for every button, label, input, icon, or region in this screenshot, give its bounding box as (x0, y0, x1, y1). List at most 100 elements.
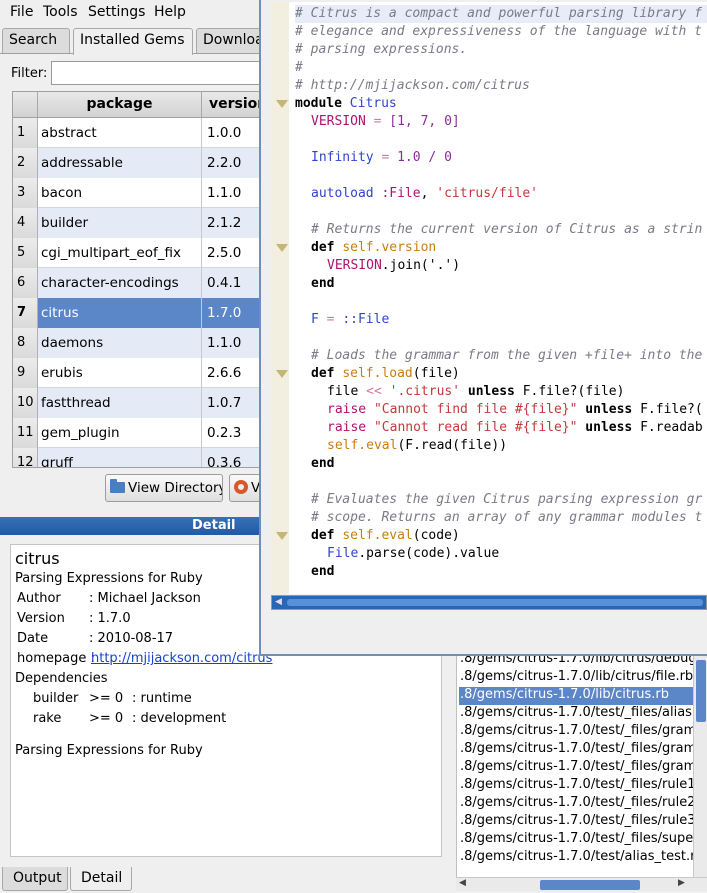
file-list-item[interactable]: .8/gems/citrus-1.7.0/test/_files/rule3. (459, 813, 696, 831)
table-row[interactable]: 2 addressable 2.2.0 (13, 148, 259, 178)
package-cell: gem_plugin (38, 418, 202, 448)
row-number: 4 (13, 208, 38, 238)
method: autoload (311, 186, 374, 201)
menu-file[interactable]: File (10, 4, 33, 20)
package-cell: citrus (38, 298, 202, 328)
version-cell: 0.3.6 (202, 448, 259, 467)
file-list-item[interactable]: .8/gems/citrus-1.7.0/test/_files/gram (459, 759, 696, 777)
keyword: unless (460, 384, 523, 399)
table-row[interactable]: 8 daemons 1.1.0 (13, 328, 259, 358)
fold-marker-icon[interactable] (276, 100, 288, 108)
version-cell: 2.5.0 (207, 245, 242, 261)
view-directory-button[interactable]: View Directory (105, 474, 223, 502)
file-list-item[interactable]: .8/gems/citrus-1.7.0/test/_files/rule1. (459, 777, 696, 795)
table-row[interactable]: 4 builder 2.1.2 (13, 208, 259, 238)
package-column-header[interactable]: package (38, 92, 202, 118)
code-line: autoload :File, 'citrus/file' (311, 185, 538, 203)
call: F.readab (640, 420, 703, 435)
code-comment: # parsing expressions. (295, 42, 468, 57)
keyword: def (311, 528, 335, 543)
gem-summary: Parsing Expressions for Ruby (15, 571, 203, 586)
file-list-item[interactable]: .8/gems/citrus-1.7.0/test/_files/super (459, 831, 696, 849)
file-list-item[interactable]: .8/gems/citrus-1.7.0/lib/citrus/file.rb (459, 669, 696, 687)
code-line: raise "Cannot find file #{file}" unless … (327, 401, 703, 419)
fold-marker-icon[interactable] (276, 532, 288, 540)
code-line: def self.version (311, 239, 436, 257)
version-column-header[interactable]: version (202, 92, 259, 118)
scroll-left-arrow-icon[interactable]: ◀ (459, 878, 466, 888)
table-row[interactable]: 9 erubis 2.6.6 (13, 358, 259, 388)
table-row[interactable]: 5 cgi_multipart_eof_fix 2.5.0 (13, 238, 259, 268)
tab-search[interactable]: Search (2, 28, 70, 53)
file-list-horizontal-scrollbar[interactable]: ◀ ▶ (456, 877, 707, 891)
code-line: File.parse(code).value (327, 545, 499, 563)
file-list-item[interactable]: .8/gems/citrus-1.7.0/test/_files/rule2. (459, 795, 696, 813)
tab-installed-gems[interactable]: Installed Gems (73, 28, 193, 55)
fold-marker-icon[interactable] (276, 370, 288, 378)
author-value: : Michael Jackson (89, 591, 201, 606)
table-row[interactable]: 1 abstract 1.0.0 (13, 118, 259, 148)
scroll-left-arrow-icon[interactable]: ◀ (275, 597, 282, 607)
row-number: 10 (13, 388, 38, 418)
file-list-item[interactable]: .8/gems/citrus-1.7.0/test/_files/gram (459, 741, 696, 759)
homepage-link[interactable]: http://mjijackson.com/citrus (91, 651, 272, 666)
punct: , (420, 186, 437, 201)
tab-detail[interactable]: Detail (70, 867, 132, 891)
tab-download[interactable]: Downloa (196, 28, 264, 53)
row-number: 2 (13, 148, 38, 178)
constant: F (311, 312, 319, 327)
constant: File (327, 546, 359, 561)
filter-label: Filter: (11, 66, 48, 81)
row-number: 1 (13, 118, 38, 148)
file-list-item[interactable]: .8/gems/citrus-1.7.0/test/_files/alias.c (459, 705, 696, 723)
scrollbar-thumb[interactable] (287, 599, 703, 606)
homepage-label: homepage : (17, 651, 95, 666)
variable: file (327, 384, 367, 399)
file-list-item[interactable]: .8/gems/citrus-1.7.0/lib/citrus/debug. (459, 655, 696, 669)
tab-bar: Search Installed Gems Downloa (0, 26, 264, 55)
fold-gutter (271, 2, 289, 594)
file-list-item[interactable]: .8/gems/citrus-1.7.0/test/alias_test.r (459, 849, 696, 867)
string: "Cannot find file #{file}" (366, 402, 578, 417)
table-row[interactable]: 7 citrus 1.7.0 (13, 298, 259, 328)
row-number: 6 (13, 268, 38, 298)
menu-help[interactable]: Help (154, 4, 186, 20)
scrollbar-thumb[interactable] (696, 660, 706, 722)
filter-input[interactable] (51, 61, 266, 85)
version-label: Version (17, 611, 65, 626)
code-comment: # (295, 60, 303, 75)
method-name: self.eval (342, 528, 413, 543)
file-list-item[interactable]: .8/gems/citrus-1.7.0/lib/citrus.rb (459, 687, 696, 705)
table-row[interactable]: 12 gruff 0.3.6 (13, 448, 259, 467)
help-button[interactable]: V (229, 474, 262, 502)
code-comment: # scope. Returns an array of any grammar… (311, 510, 703, 525)
constant: Infinity (311, 150, 374, 165)
version-cell: 1.0.7 (202, 388, 259, 418)
version-cell: 1.7.0 (202, 298, 259, 328)
editor-horizontal-scrollbar[interactable]: ◀ (271, 595, 707, 610)
constant: VERSION (327, 258, 382, 273)
call: F.file?( (640, 402, 703, 417)
menu-tools[interactable]: Tools (43, 4, 78, 20)
operator: << (366, 384, 382, 399)
file-list-item[interactable]: .8/gems/citrus-1.7.0/test/_files/gram (459, 723, 696, 741)
scrollbar-thumb[interactable] (540, 880, 640, 890)
method-name: self.version (342, 240, 437, 255)
keyword: unless (577, 420, 641, 435)
keyword: end (311, 564, 335, 579)
scroll-right-arrow-icon[interactable]: ▶ (678, 878, 685, 888)
table-row[interactable]: 11 gem_plugin 0.2.3 (13, 418, 259, 448)
keyword: raise (327, 402, 367, 417)
file-list-vertical-scrollbar[interactable] (693, 655, 707, 877)
keyword: raise (327, 420, 367, 435)
fold-marker-icon[interactable] (276, 244, 288, 252)
table-row[interactable]: 10 fastthread 1.0.7 (13, 388, 259, 418)
code-line: self.eval(F.read(file)) (327, 437, 507, 455)
keyword: def (311, 240, 335, 255)
row-number: 9 (13, 358, 38, 388)
tab-output[interactable]: Output (2, 867, 68, 891)
table-row[interactable]: 6 character-encodings 0.4.1 (13, 268, 259, 298)
table-row[interactable]: 3 bacon 1.1.0 (13, 178, 259, 208)
menu-settings[interactable]: Settings (88, 4, 145, 20)
detail-panel-header: Detail (0, 517, 262, 535)
